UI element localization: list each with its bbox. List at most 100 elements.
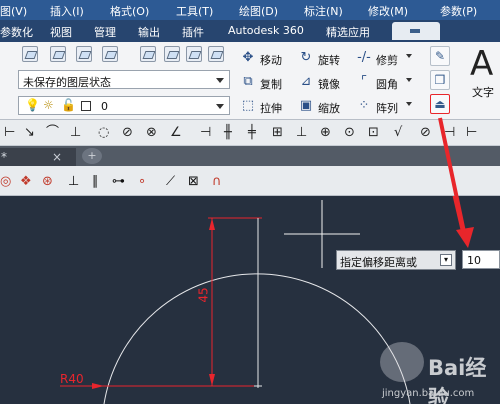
scale-icon: ▣ xyxy=(299,98,313,113)
layer-color-swatch xyxy=(81,101,91,111)
rotate-icon: ↻ xyxy=(300,50,312,65)
array-icon: ⁘ xyxy=(358,98,370,113)
document-tab[interactable]: * × xyxy=(0,148,76,166)
current-layer-name: 0 xyxy=(101,100,108,113)
erase-icon[interactable]: ✎ xyxy=(430,46,450,66)
ribbon-tabs: 参数化 视图 管理 输出 插件 Autodesk 360 精选应用 xyxy=(0,20,500,42)
angular-dim-icon[interactable]: ∠ xyxy=(170,124,182,142)
menu-parametric[interactable]: 参数(P) xyxy=(440,3,477,19)
array-label: 阵列 xyxy=(376,102,398,115)
chevron-down-icon[interactable] xyxy=(406,102,412,106)
dim-arrow-top xyxy=(209,218,215,230)
new-tab-button[interactable]: + xyxy=(82,148,102,164)
center-mark-icon[interactable]: ⊙ xyxy=(344,124,355,142)
tab-view[interactable]: 视图 xyxy=(50,24,72,40)
text-tool-label[interactable]: 文字 xyxy=(472,84,494,100)
chevron-down-icon xyxy=(216,104,224,109)
inspect-icon[interactable]: ⊡ xyxy=(368,124,379,142)
tangent-snap-icon[interactable]: ◎ xyxy=(0,173,11,191)
chevron-down-icon[interactable] xyxy=(406,78,412,82)
space-icon[interactable]: ⊞ xyxy=(272,124,283,142)
chevron-down-icon xyxy=(216,78,224,83)
update-dim-icon[interactable]: ⊢ xyxy=(466,124,477,142)
edit-dim-icon[interactable]: ⊘ xyxy=(420,124,431,142)
tab-autodesk360[interactable]: Autodesk 360 xyxy=(228,24,304,37)
layer-state-value: 未保存的图层状态 xyxy=(23,76,111,89)
mirror-icon: ⊿ xyxy=(300,74,312,89)
layer-off-icon[interactable] xyxy=(164,46,180,62)
tab-parametric[interactable]: 参数化 xyxy=(0,24,33,40)
quadrant-snap-icon[interactable]: ❖ xyxy=(20,173,32,191)
explode-icon[interactable]: ❒ xyxy=(430,70,450,90)
text-icon[interactable]: A xyxy=(470,44,493,84)
tolerance-icon[interactable]: ⊕ xyxy=(320,124,331,142)
scale-label: 缩放 xyxy=(318,102,340,115)
radius-dim-icon[interactable]: ◌ xyxy=(98,124,109,142)
layer-walk-icon[interactable] xyxy=(208,46,224,62)
center-snap-icon[interactable]: ⊛ xyxy=(42,173,53,191)
layer-dropdown[interactable]: 💡 ☼ 🔓 0 xyxy=(18,96,230,115)
nearest-snap-icon[interactable]: ⟋ xyxy=(166,173,175,191)
menu-modify[interactable]: 修改(M) xyxy=(368,3,408,19)
chevron-down-icon[interactable] xyxy=(406,54,412,58)
parallel-snap-icon[interactable]: ∥ xyxy=(92,173,99,191)
layer-lock-icon[interactable] xyxy=(186,46,202,62)
tab-plugins[interactable]: 插件 xyxy=(182,24,204,40)
close-icon[interactable]: × xyxy=(52,150,62,164)
aligned-dim-icon[interactable]: ↘ xyxy=(24,124,35,142)
break-icon[interactable]: ⊥ xyxy=(296,124,307,142)
sun-icon: ☼ xyxy=(43,98,54,112)
menu-format[interactable]: 格式(O) xyxy=(110,3,149,19)
insert-snap-icon[interactable]: ⊶ xyxy=(112,173,125,191)
chevron-down-icon[interactable]: ▾ xyxy=(440,254,452,266)
copy-icon: ⧉ xyxy=(243,74,253,89)
ribbon-panel: 未保存的图层状态 💡 ☼ 🔓 0 ✥ 移动 ↻ 旋转 -/- 修剪 ⧉ 复制 ⊿… xyxy=(0,42,500,120)
watermark-url: jingyan.baidu.com xyxy=(382,388,475,399)
layer-unisolate-icon[interactable] xyxy=(76,46,92,62)
layer-freeze-icon[interactable] xyxy=(140,46,156,62)
ribbon-options-button[interactable] xyxy=(392,22,440,40)
dim-text-r40: R40 xyxy=(60,372,84,386)
watermark: Bai经验 jingyan.baidu.com xyxy=(372,338,500,404)
offset-distance-input[interactable]: 10 xyxy=(462,250,500,269)
unsaved-marker: * xyxy=(1,150,7,164)
menu-tools[interactable]: 工具(T) xyxy=(176,3,213,19)
quick-dim-icon[interactable]: ⊣ xyxy=(200,124,211,142)
menu-draw[interactable]: 绘图(D) xyxy=(239,3,278,19)
ordinate-icon[interactable]: ⊥ xyxy=(70,124,81,142)
object-snap-toolbar: ◎ ❖ ⊛ ⊥ ∥ ⊶ ∘ ⟋ ⊠ ∩ xyxy=(0,166,500,196)
tab-output[interactable]: 输出 xyxy=(138,24,160,40)
menu-dimension[interactable]: 标注(N) xyxy=(304,3,343,19)
layer-properties-icon[interactable] xyxy=(22,46,38,62)
baseline-icon[interactable]: ╫ xyxy=(224,124,232,142)
document-tab-bar: * × + xyxy=(0,146,500,166)
tab-manage[interactable]: 管理 xyxy=(94,24,116,40)
diameter-dim-icon[interactable]: ⊗ xyxy=(146,124,157,142)
none-snap-icon[interactable]: ⊠ xyxy=(188,173,199,191)
linear-dim-icon[interactable]: ⊢ xyxy=(4,124,15,142)
continue-icon[interactable]: ╪ xyxy=(248,124,256,142)
menu-insert[interactable]: 插入(I) xyxy=(50,3,84,19)
layer-isolate-icon[interactable] xyxy=(50,46,66,62)
lock-icon: 🔓 xyxy=(61,98,76,112)
move-label: 移动 xyxy=(260,54,282,67)
offset-icon[interactable]: ⏏ xyxy=(430,94,450,114)
move-icon: ✥ xyxy=(242,50,254,65)
tab-featured-apps[interactable]: 精选应用 xyxy=(326,24,370,40)
dimension-toolbar: ⊢ ↘ ⌒ ⊥ ◌ ⊘ ⊗ ∠ ⊣ ╫ ╪ ⊞ ⊥ ⊕ ⊙ ⊡ √ ⊘ ⊣ ⊢ xyxy=(0,120,500,146)
layer-match-icon[interactable] xyxy=(102,46,118,62)
perpendicular-snap-icon[interactable]: ⊥ xyxy=(68,173,79,191)
prompt-text: 指定偏移距离或 xyxy=(340,256,417,269)
trim-icon: -/- xyxy=(357,50,371,65)
layer-state-dropdown[interactable]: 未保存的图层状态 xyxy=(18,70,230,89)
circle-arc xyxy=(103,273,411,404)
lightbulb-icon: 💡 xyxy=(25,98,40,112)
arc-length-icon[interactable]: ⌒ xyxy=(46,124,59,142)
annotation-arrow-head xyxy=(456,227,474,248)
edit-text-icon[interactable]: ⊣ xyxy=(444,124,455,142)
osnap-settings-icon[interactable]: ∩ xyxy=(212,173,222,191)
jogged-linear-icon[interactable]: √ xyxy=(394,124,402,142)
menu-view[interactable]: 图(V) xyxy=(0,3,27,19)
jogged-icon[interactable]: ⊘ xyxy=(122,124,133,142)
node-snap-icon[interactable]: ∘ xyxy=(138,173,146,191)
